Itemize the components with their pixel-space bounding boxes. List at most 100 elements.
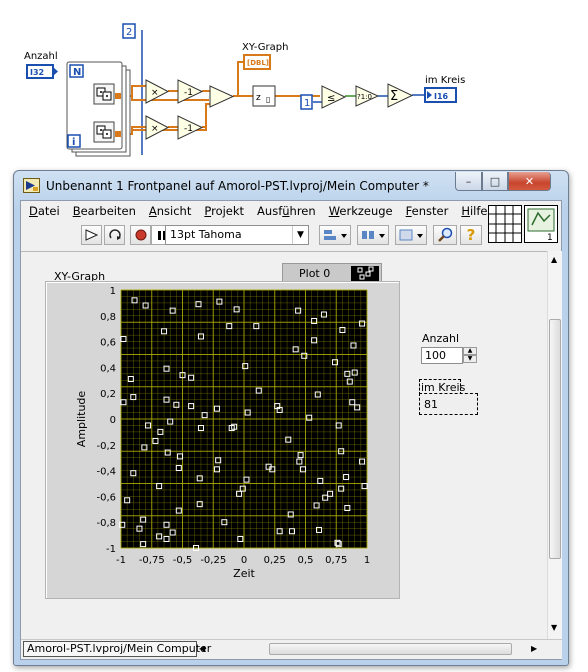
scroll-right-icon[interactable]: ▶ — [531, 644, 537, 653]
maximize-button[interactable]: □ — [482, 172, 508, 191]
svg-text:-1: -1 — [184, 88, 193, 98]
title-bar[interactable]: Unbenannt 1 Frontpanel auf Amorol-PST.lv… — [14, 171, 568, 201]
run-arrow-icon — [85, 229, 98, 241]
x-tick-label: -0,25 — [200, 555, 226, 566]
horizontal-scroll-thumb[interactable] — [269, 643, 512, 655]
scroll-up-icon[interactable]: ▲ — [551, 255, 557, 264]
run-continuous-icon — [108, 228, 121, 240]
y-tick-label: -0,6 — [96, 492, 116, 503]
menu-item-0[interactable]: Datei — [21, 204, 65, 218]
bottom-bar: Amorol-PST.lvproj/Mein Computer ◀ ▶ — [21, 639, 562, 659]
menu-item-5[interactable]: Werkzeuge — [321, 204, 398, 218]
anzahl-value: 100 — [425, 349, 446, 362]
distribute-objects-button[interactable] — [357, 225, 389, 245]
anzahl-numeric-control[interactable]: 100 — [421, 347, 463, 364]
search-button[interactable] — [433, 225, 457, 245]
front-panel: XY-Graph Plot 0 -1 -0,75 -0,5 -0,25 0 0,25 0,5… — [21, 251, 547, 639]
x-tick-label: -0,5 — [173, 555, 193, 566]
svg-text:2: 2 — [126, 27, 132, 38]
y-tick-label: -0,2 — [96, 441, 116, 452]
x-tick-label: 1 — [364, 555, 370, 566]
help-icon: ? — [466, 226, 476, 244]
vertical-scrollbar[interactable]: ▲ ▼ — [547, 251, 562, 639]
bundle-node — [209, 85, 235, 108]
im-kreis-numeric-indicator: 81 — [419, 393, 478, 415]
svg-text:-1: -1 — [184, 124, 193, 134]
svg-text:I16: I16 — [434, 92, 449, 101]
svg-text:×: × — [151, 124, 159, 134]
x-tick-label: -0,75 — [139, 555, 165, 566]
decrement-arrow-icon[interactable]: ▼ — [463, 355, 477, 363]
svg-text:Σ: Σ — [390, 89, 398, 104]
x-tick-label: 0,5 — [298, 555, 314, 566]
x-tick-label: 0,25 — [264, 555, 286, 566]
y-tick-label: 1 — [110, 286, 116, 297]
random-number-icon — [93, 83, 115, 105]
y-tick-label: 0,4 — [100, 363, 116, 374]
y-tick-label: 0,2 — [100, 389, 116, 400]
run-continuously-button[interactable] — [104, 225, 125, 245]
resize-objects-button[interactable] — [395, 225, 427, 245]
close-button[interactable]: ✕ — [508, 172, 551, 191]
minimize-icon: – — [465, 174, 472, 188]
close-icon: ✕ — [524, 174, 535, 188]
font-select[interactable]: 13pt Tahoma ▼ — [165, 225, 309, 245]
maximize-icon: □ — [489, 174, 501, 188]
run-button[interactable] — [81, 225, 102, 245]
project-context-label: Amorol-PST.lvproj/Mein Computer — [27, 642, 212, 655]
anzahl-control-label: Anzahl — [422, 332, 460, 345]
x-tick-label: 0,75 — [325, 555, 347, 566]
font-select-value: 13pt Tahoma — [170, 228, 242, 241]
xy-graph-plot: -1 -0,75 -0,5 -0,25 0 0,25 0,5 0,75 1 1 0,8 0,6 0,4 0… — [75, 286, 370, 580]
align-objects-button[interactable] — [319, 225, 351, 245]
resize-icon — [399, 229, 423, 241]
minimize-button[interactable]: – — [455, 172, 482, 191]
anzahl-increment-decrement[interactable]: ▲ ▼ — [463, 347, 477, 364]
window-title: Unbenannt 1 Frontpanel auf Amorol-PST.lv… — [46, 179, 429, 193]
frontpanel-window: Unbenannt 1 Frontpanel auf Amorol-PST.lv… — [13, 170, 569, 666]
scroll-down-icon[interactable]: ▼ — [551, 623, 557, 632]
abort-button[interactable] — [130, 225, 151, 245]
project-context[interactable]: Amorol-PST.lvproj/Mein Computer — [23, 641, 211, 657]
x-tick-label: -1 — [116, 555, 126, 566]
connector-pane[interactable]: 1 — [488, 205, 558, 243]
anzahl-label: Anzahl — [24, 51, 58, 62]
search-icon — [438, 227, 453, 242]
svg-text:▯: ▯ — [266, 95, 270, 104]
loop-count-label: N — [73, 67, 81, 78]
y-tick-label: -0,8 — [96, 518, 116, 529]
context-help-button[interactable]: ? — [460, 225, 482, 245]
abort-icon — [135, 229, 146, 241]
vertical-scroll-thumb[interactable] — [549, 319, 561, 559]
x-tick-label: 0 — [241, 555, 247, 566]
svg-text:z: z — [256, 93, 261, 103]
menu-item-2[interactable]: Ansicht — [141, 204, 196, 218]
y-tick-label: 0 — [110, 415, 116, 426]
y-tick-label: 0,6 — [100, 338, 116, 349]
xy-graph: -1 -0,75 -0,5 -0,25 0 0,25 0,5 0,75 1 1 0,8 0,6 0,4 0… — [45, 281, 400, 599]
anzahl-terminal-text: I32 — [30, 68, 44, 77]
random-number-icon — [93, 121, 115, 143]
x-axis-label: Zeit — [233, 567, 255, 580]
labview-app-icon — [23, 178, 40, 193]
window-client: Datei Bearbeiten Ansicht Projekt Ausführen We… — [20, 200, 562, 660]
menu-item-6[interactable]: Fenster — [398, 204, 454, 218]
y-tick-label: -0,4 — [96, 467, 116, 478]
y-axis-label: Amplitude — [75, 391, 88, 448]
menu-item-4[interactable]: Ausführen — [249, 204, 321, 218]
block-diagram: N i I32 2 × × -1 -1 ≤ Σ ?1:0 z ▯ 1 [DBL]… — [0, 0, 588, 165]
menu-item-7[interactable]: Hilfe — [453, 204, 492, 218]
menu-item-3[interactable]: Projekt — [196, 204, 249, 218]
plot-marker-icon — [351, 266, 379, 281]
menu-item-1[interactable]: Bearbeiten — [65, 204, 141, 218]
block-diagram-canvas: N i I32 2 × × -1 -1 ≤ Σ ?1:0 z ▯ 1 [DBL]… — [26, 23, 457, 157]
im-kreis-label: im Kreis — [425, 75, 466, 86]
y-tick-label: 0,8 — [100, 312, 116, 323]
increment-arrow-icon[interactable]: ▲ — [463, 347, 477, 355]
svg-text:?1:0: ?1:0 — [357, 93, 372, 101]
im-kreis-value: 81 — [424, 398, 438, 411]
menu-bar: Datei Bearbeiten Ansicht Projekt Ausführen We… — [21, 201, 487, 221]
svg-text:1: 1 — [304, 98, 310, 109]
scroll-left-icon[interactable]: ◀ — [199, 644, 205, 653]
chevron-down-icon: ▼ — [292, 226, 308, 244]
